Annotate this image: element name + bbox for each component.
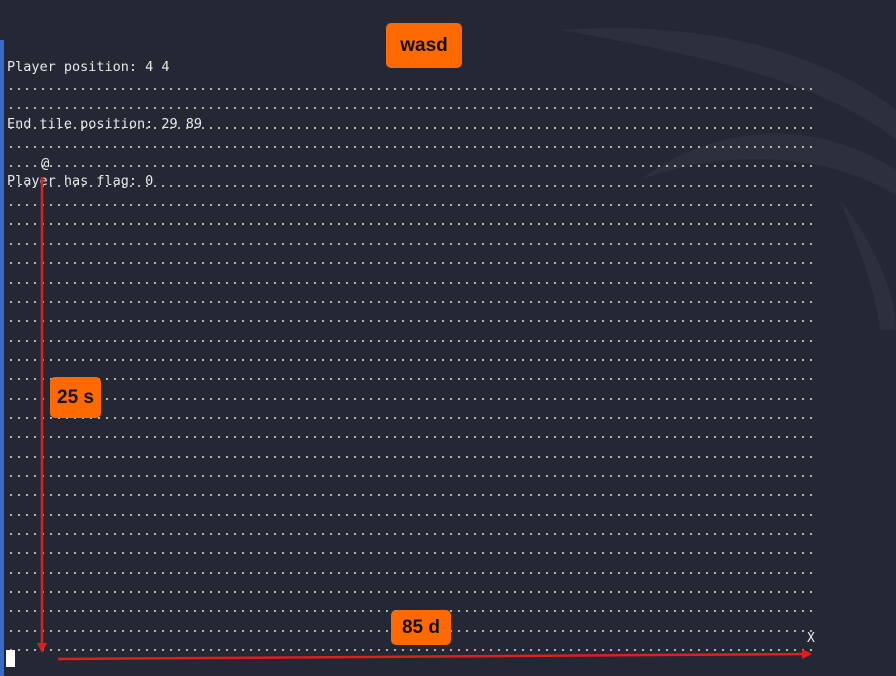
terminal-left-accent-bar bbox=[0, 40, 4, 676]
map-row bbox=[7, 397, 817, 400]
map-row bbox=[7, 204, 817, 207]
player-marker: @ bbox=[41, 156, 50, 172]
controls-badge: wasd bbox=[386, 23, 462, 68]
map-row bbox=[7, 378, 817, 381]
map-row bbox=[7, 88, 817, 90]
map-row bbox=[7, 513, 817, 516]
map-row bbox=[7, 223, 817, 226]
map-row bbox=[7, 591, 817, 594]
map-row bbox=[7, 339, 817, 342]
game-map-grid bbox=[7, 78, 819, 658]
map-row bbox=[7, 416, 817, 419]
right-moves-badge: 85 d bbox=[391, 610, 451, 645]
map-row bbox=[7, 300, 817, 303]
map-row bbox=[7, 533, 817, 536]
map-row bbox=[7, 184, 817, 187]
map-row bbox=[7, 436, 817, 439]
map-row bbox=[7, 165, 817, 168]
player-position-line: Player position: 4 4 bbox=[7, 59, 170, 75]
end-tile-marker: X bbox=[807, 631, 815, 646]
map-row bbox=[7, 571, 817, 574]
map-row bbox=[7, 494, 817, 497]
map-row bbox=[7, 358, 817, 361]
map-row bbox=[7, 475, 817, 477]
map-row bbox=[7, 281, 817, 284]
down-moves-badge: 25 s bbox=[50, 377, 101, 418]
map-row bbox=[7, 320, 817, 323]
map-row bbox=[7, 107, 817, 110]
map-row bbox=[7, 126, 817, 129]
map-row bbox=[7, 146, 817, 149]
map-row bbox=[7, 242, 817, 245]
map-row bbox=[7, 455, 817, 458]
map-row bbox=[7, 649, 817, 652]
map-row bbox=[7, 262, 817, 265]
terminal-cursor[interactable] bbox=[6, 650, 15, 667]
map-row bbox=[7, 552, 817, 555]
